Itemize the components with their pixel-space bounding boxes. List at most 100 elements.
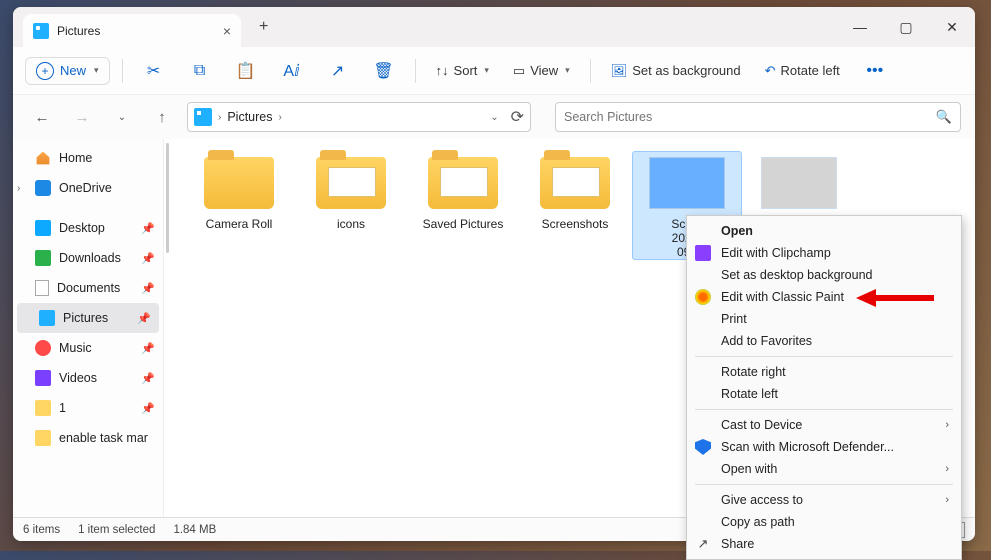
- ctx-label: Open with: [721, 462, 777, 476]
- ctx-label: Print: [721, 312, 747, 326]
- sidebar-label: Home: [59, 151, 92, 165]
- sidebar-item-videos[interactable]: Videos📌: [13, 363, 163, 393]
- sidebar-item-onedrive[interactable]: › OneDrive: [13, 173, 163, 203]
- sidebar-item-desktop[interactable]: Desktop📌: [13, 213, 163, 243]
- navbar: ← → ⌄ ↑ › Pictures › ⌄ ⟳ 🔍: [13, 95, 975, 139]
- set-background-button[interactable]: 🖼 Set as background: [603, 59, 749, 83]
- chevron-right-icon: ›: [279, 112, 282, 123]
- view-label: View: [530, 63, 558, 78]
- onedrive-icon: [35, 180, 51, 196]
- ctx-set-bg[interactable]: Set as desktop background: [687, 264, 961, 286]
- ctx-rotate-left[interactable]: Rotate left: [687, 383, 961, 405]
- folder-saved-pictures[interactable]: Saved Pictures: [408, 151, 518, 260]
- sidebar-label: 1: [59, 401, 66, 415]
- sidebar-item-music[interactable]: Music📌: [13, 333, 163, 363]
- status-size: 1.84 MB: [173, 524, 216, 536]
- submenu-icon: ›: [945, 494, 949, 506]
- folder-icon: [316, 157, 386, 209]
- new-tab-button[interactable]: +: [259, 18, 268, 36]
- search-box[interactable]: 🔍: [555, 102, 961, 132]
- submenu-icon: ›: [945, 419, 949, 431]
- more-button[interactable]: •••: [856, 54, 894, 88]
- ctx-label: Share: [721, 537, 754, 551]
- pictures-icon: [33, 23, 49, 39]
- ctx-share[interactable]: ↗ Share: [687, 533, 961, 555]
- ctx-label: Open: [721, 224, 753, 238]
- plus-icon: +: [36, 62, 54, 80]
- sort-button[interactable]: ↑↓ Sort ▾: [428, 59, 497, 82]
- rotate-icon: ↶: [765, 63, 776, 79]
- new-label: New: [60, 63, 86, 78]
- close-tab-icon[interactable]: ×: [223, 23, 231, 39]
- ctx-label: Rotate right: [721, 365, 786, 379]
- ctx-print[interactable]: Print: [687, 308, 961, 330]
- sidebar-item-documents[interactable]: Documents📌: [13, 273, 163, 303]
- address-bar[interactable]: › Pictures › ⌄ ⟳: [187, 102, 531, 132]
- chevron-down-icon: ▾: [484, 65, 489, 76]
- ctx-open[interactable]: Open: [687, 220, 961, 242]
- shield-icon: [695, 439, 711, 455]
- view-button[interactable]: ▭ View ▾: [505, 59, 578, 83]
- item-label: Screenshots: [542, 217, 609, 231]
- ctx-favorites[interactable]: Add to Favorites: [687, 330, 961, 352]
- tab-pictures[interactable]: Pictures ×: [23, 14, 241, 47]
- delete-button[interactable]: 🗑: [365, 54, 403, 88]
- ctx-rotate-right[interactable]: Rotate right: [687, 361, 961, 383]
- sidebar-label: Pictures: [63, 311, 108, 325]
- item-label: Saved Pictures: [423, 217, 504, 231]
- sidebar-label: enable task mar: [59, 431, 148, 445]
- sidebar-item-taskman[interactable]: enable task mar: [13, 423, 163, 453]
- music-icon: [35, 340, 51, 356]
- folder-icon: [428, 157, 498, 209]
- ctx-edit-clipchamp[interactable]: Edit with Clipchamp: [687, 242, 961, 264]
- ctx-open-with[interactable]: Open with›: [687, 458, 961, 480]
- folder-icon: [204, 157, 274, 209]
- folder-icon: [35, 430, 51, 446]
- desktop-icon: [35, 220, 51, 236]
- sidebar-item-folder-1[interactable]: 1📌: [13, 393, 163, 423]
- ctx-give-access[interactable]: Give access to›: [687, 489, 961, 511]
- sidebar-item-downloads[interactable]: Downloads📌: [13, 243, 163, 273]
- pin-icon: 📌: [141, 252, 155, 265]
- sidebar-item-pictures[interactable]: Pictures📌: [17, 303, 159, 333]
- window-controls: — ▢ ✕: [837, 7, 975, 47]
- minimize-button[interactable]: —: [837, 7, 883, 47]
- view-icon: ▭: [513, 63, 525, 79]
- ctx-edit-classic-paint[interactable]: Edit with Classic Paint: [687, 286, 961, 308]
- pin-icon: 📌: [141, 402, 155, 415]
- ctx-cast[interactable]: Cast to Device›: [687, 414, 961, 436]
- refresh-button[interactable]: ⟳: [511, 107, 524, 127]
- new-button[interactable]: + New ▾: [25, 57, 110, 85]
- address-dropdown-icon[interactable]: ⌄: [490, 112, 498, 123]
- search-input[interactable]: [564, 110, 936, 124]
- paste-button[interactable]: 📋: [227, 54, 265, 88]
- status-item-count: 6 items: [23, 524, 60, 536]
- expand-icon[interactable]: ›: [17, 183, 20, 194]
- share-button[interactable]: ↗: [319, 54, 357, 88]
- forward-button[interactable]: →: [67, 102, 97, 132]
- scrollbar-thumb[interactable]: [166, 143, 169, 253]
- folder-camera-roll[interactable]: Camera Roll: [184, 151, 294, 260]
- ctx-defender[interactable]: Scan with Microsoft Defender...: [687, 436, 961, 458]
- folder-screenshots[interactable]: Screenshots: [520, 151, 630, 260]
- titlebar: Pictures × + — ▢ ✕: [13, 7, 975, 47]
- folder-icons[interactable]: icons: [296, 151, 406, 260]
- sort-label: Sort: [454, 63, 478, 78]
- up-button[interactable]: ↑: [147, 102, 177, 132]
- copy-button[interactable]: ⧉: [181, 54, 219, 88]
- close-window-button[interactable]: ✕: [929, 7, 975, 47]
- address-text: Pictures: [227, 110, 272, 124]
- back-button[interactable]: ←: [27, 102, 57, 132]
- maximize-button[interactable]: ▢: [883, 7, 929, 47]
- ctx-copy-path[interactable]: Copy as path: [687, 511, 961, 533]
- background-icon: 🖼: [611, 63, 628, 79]
- sidebar-label: OneDrive: [59, 181, 112, 195]
- rename-button[interactable]: Aⅈ: [273, 54, 311, 88]
- sidebar-item-home[interactable]: Home: [13, 143, 163, 173]
- rotate-left-button[interactable]: ↶ Rotate left: [757, 59, 848, 83]
- share-icon: ↗: [695, 536, 711, 552]
- tab-title: Pictures: [57, 24, 215, 38]
- recent-dropdown[interactable]: ⌄: [107, 102, 137, 132]
- cut-button[interactable]: ✂: [135, 54, 173, 88]
- ctx-label: Rotate left: [721, 387, 778, 401]
